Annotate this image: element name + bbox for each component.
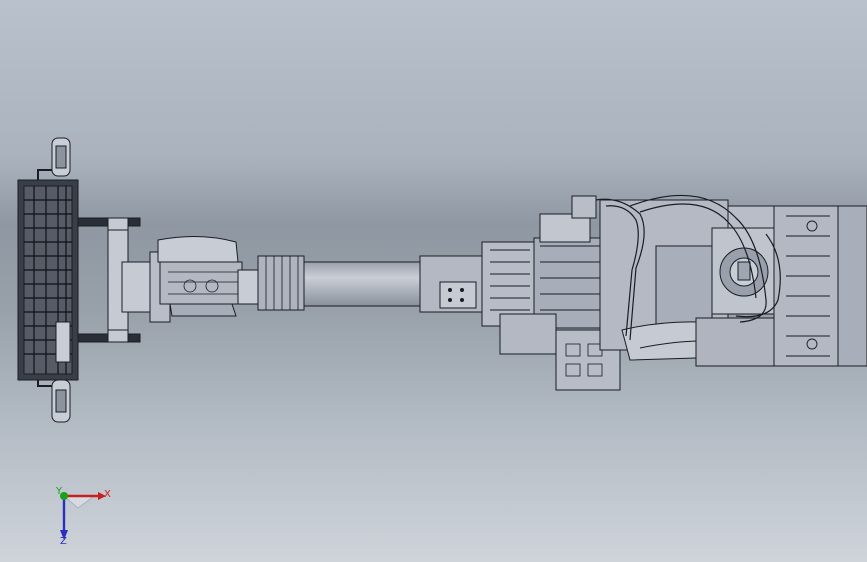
z-axis-label: Z <box>60 536 67 547</box>
coordinate-triad: X Y Z <box>55 486 111 547</box>
x-axis-label: X <box>104 489 111 500</box>
robot-arm-top-view[interactable]: X Y Z <box>0 0 867 562</box>
elbow-motor-block <box>481 195 621 391</box>
wrist-assembly <box>121 235 265 323</box>
forearm-tube <box>257 255 485 313</box>
y-axis-label: Y <box>55 486 63 497</box>
cad-viewport[interactable]: X Y Z <box>0 0 867 562</box>
base-housing <box>599 199 867 367</box>
